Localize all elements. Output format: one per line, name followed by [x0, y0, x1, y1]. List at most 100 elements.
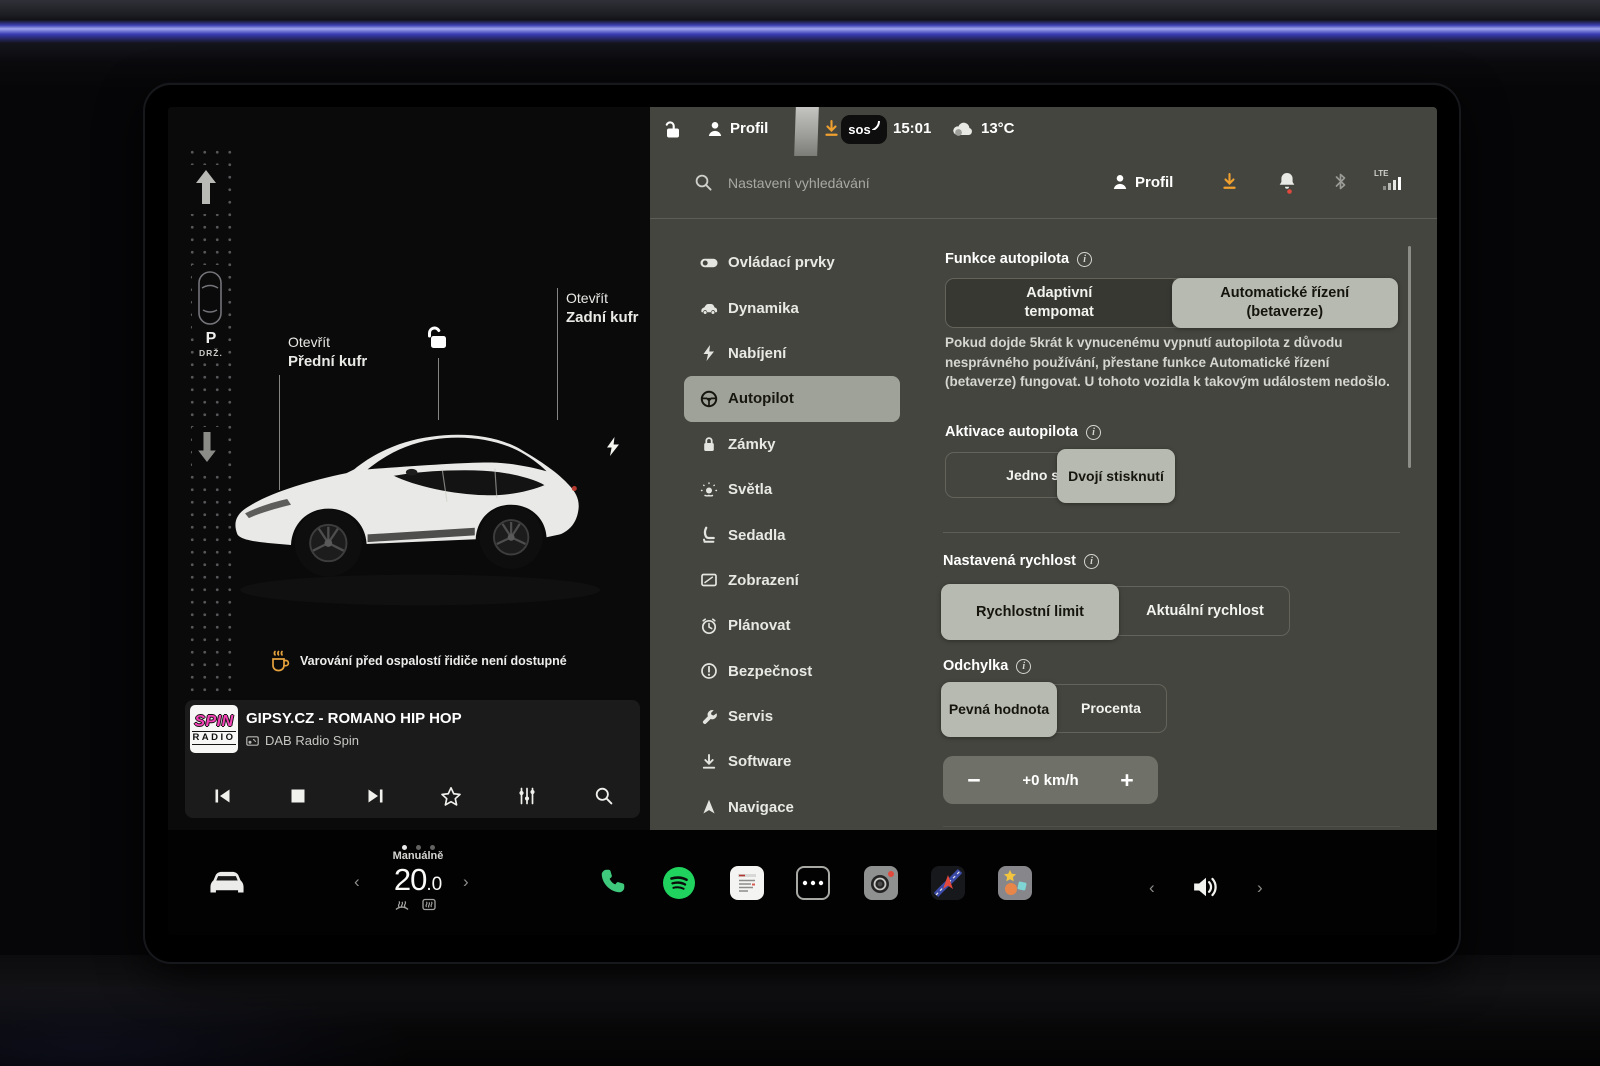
station-logo[interactable]: SPIN RADIO [190, 705, 238, 753]
info-icon[interactable]: i [1077, 252, 1092, 267]
sidebar-item-navigation[interactable]: Navigace [684, 785, 900, 830]
car-icon [700, 299, 718, 317]
media-source-row: DAB Radio Spin [246, 733, 359, 748]
lock-icon [700, 435, 718, 453]
sidebar-item-safety[interactable]: Bezpečnost [684, 649, 900, 694]
option-current-speed[interactable]: Aktuální rychlost [1119, 587, 1291, 635]
glass-reflection [794, 107, 819, 156]
sidebar-item-software[interactable]: Software [684, 739, 900, 784]
settings-search-input[interactable]: Nastavení vyhledávání [728, 175, 870, 191]
favorite-star-button[interactable] [438, 783, 464, 809]
offset-title: Odchylka [943, 658, 1008, 674]
set-speed-title: Nastavená rychlost [943, 553, 1076, 569]
front-trunk-label: Přední kufr [288, 353, 367, 370]
rear-defrost-icon[interactable] [421, 896, 437, 916]
sidebar-item-seats[interactable]: Sedadla [684, 512, 900, 557]
settings-sidebar: Ovládací prvky Dynamika Nabíjení Autopil… [650, 219, 932, 830]
sidebar-item-autopilot[interactable]: Autopilot [684, 376, 900, 421]
temp-increase-chevron[interactable]: › [463, 872, 469, 892]
dashboard-reflection [0, 980, 420, 1066]
phone-app-icon[interactable] [598, 866, 628, 901]
update-download-icon-top[interactable] [822, 119, 841, 144]
option-double-press-selected[interactable]: Dvojí stisknutí [1057, 449, 1175, 503]
vehicle-controls-button[interactable] [206, 867, 248, 900]
wrench-icon [700, 708, 718, 726]
offset-segment: Pevná hodnota Procenta [943, 684, 1167, 733]
volume-speaker-icon[interactable] [1191, 874, 1221, 905]
info-icon[interactable]: i [1016, 659, 1031, 674]
software-update-icon[interactable] [1220, 172, 1239, 197]
previous-track-button[interactable] [209, 783, 235, 809]
bluetooth-icon[interactable] [1333, 172, 1348, 196]
front-defrost-icon[interactable] [394, 896, 410, 916]
search-icon [694, 173, 713, 197]
seat-icon [700, 526, 718, 544]
media-search-icon[interactable] [591, 783, 617, 809]
dab-radio-icon [246, 734, 259, 747]
sidebar-item-lights[interactable]: Světla [684, 467, 900, 512]
navigation-arrow-icon [700, 798, 718, 816]
profile-menu-button[interactable]: Profil [730, 120, 768, 137]
lightning-icon [700, 344, 718, 362]
settings-panel: Profil sos 15:01 13°C Nastavení vyhledáv… [650, 107, 1437, 830]
toybox-app-icon[interactable] [998, 866, 1032, 900]
option-fixed-value-selected[interactable]: Pevná hodnota [941, 682, 1057, 737]
audio-settings-icon[interactable] [514, 783, 540, 809]
rear-trunk-label: Zadní kufr [566, 309, 639, 326]
alert-circle-icon [700, 662, 718, 680]
volume-down-chevron[interactable]: ‹ [1149, 878, 1155, 898]
rear-trunk-button[interactable]: Otevřít Zadní kufr [566, 289, 639, 327]
calendar-app-icon[interactable] [730, 866, 764, 900]
dashcam-app-icon[interactable] [864, 866, 898, 900]
sidebar-item-charging[interactable]: Nabíjení [684, 331, 900, 376]
option-autosteer-selected[interactable]: Automatické řízení (betaverze) [1172, 278, 1399, 328]
sos-button[interactable]: sos [841, 115, 887, 144]
outside-temperature: 13°C [981, 120, 1015, 137]
next-track-button[interactable] [362, 783, 388, 809]
option-adaptive-cruise[interactable]: Adaptivní tempomat [946, 279, 1173, 327]
sidebar-item-schedule[interactable]: Plánovat [684, 603, 900, 648]
lte-signal-icon: LTE [1372, 167, 1406, 198]
sidebar-item-service[interactable]: Servis [684, 694, 900, 739]
unlock-icon[interactable] [424, 325, 452, 356]
info-icon[interactable]: i [1086, 425, 1101, 440]
charge-port-bolt-icon[interactable] [606, 437, 620, 461]
maps-app-icon[interactable] [931, 866, 965, 900]
speed-offset-stepper: − +0 km/h + [943, 756, 1158, 804]
sidebar-item-dynamics[interactable]: Dynamika [684, 285, 900, 330]
station-logo-line1: SPIN [194, 713, 233, 730]
volume-up-chevron[interactable]: › [1257, 878, 1263, 898]
option-percentage[interactable]: Procenta [1054, 685, 1168, 732]
sidebar-item-display[interactable]: Zobrazení [684, 558, 900, 603]
autopilot-activation-heading: Aktivace autopilota i [945, 424, 1101, 440]
bottom-divider [943, 826, 1400, 827]
toggle-icon [700, 254, 718, 272]
cabin-temperature[interactable]: 20.0 [382, 862, 454, 898]
coffee-cup-icon [268, 650, 291, 679]
sidebar-item-controls[interactable]: Ovládací prvky [684, 240, 900, 285]
sos-label: sos [848, 122, 870, 137]
drive-up-arrow-icon [190, 165, 222, 214]
autopilot-features-title: Funkce autopilota [945, 251, 1069, 267]
sidebar-item-locks[interactable]: Zámky [684, 422, 900, 467]
app-launcher-icon[interactable] [796, 866, 830, 900]
display-icon [700, 571, 718, 589]
front-trunk-button[interactable]: Otevřít Přední kufr [288, 333, 367, 371]
notifications-bell-icon[interactable] [1277, 171, 1297, 199]
display: P DRŽ. Otevřít Přední kufr Otevřít Zadní… [168, 107, 1437, 935]
gear-hold-label: DRŽ. [199, 348, 223, 358]
rear-trunk-action: Otevřít [566, 290, 608, 306]
stop-button[interactable] [285, 783, 311, 809]
car-status-panel: P DRŽ. Otevřít Přední kufr Otevřít Zadní… [168, 107, 650, 830]
temp-decrease-chevron[interactable]: ‹ [354, 872, 360, 892]
vehicle-3d-view [224, 379, 626, 624]
profile-button-search-row[interactable]: Profil [1135, 174, 1173, 191]
autopilot-activation-title: Aktivace autopilota [945, 424, 1078, 440]
unlocked-icon[interactable] [664, 120, 683, 144]
settings-scrollbar[interactable] [1408, 246, 1411, 468]
autopilot-features-heading: Funkce autopilota i [945, 251, 1092, 267]
option-speed-limit-selected[interactable]: Rychlostní limit [941, 584, 1119, 640]
info-icon[interactable]: i [1084, 554, 1099, 569]
clock: 15:01 [893, 120, 931, 137]
spotify-app-icon[interactable] [662, 866, 696, 900]
